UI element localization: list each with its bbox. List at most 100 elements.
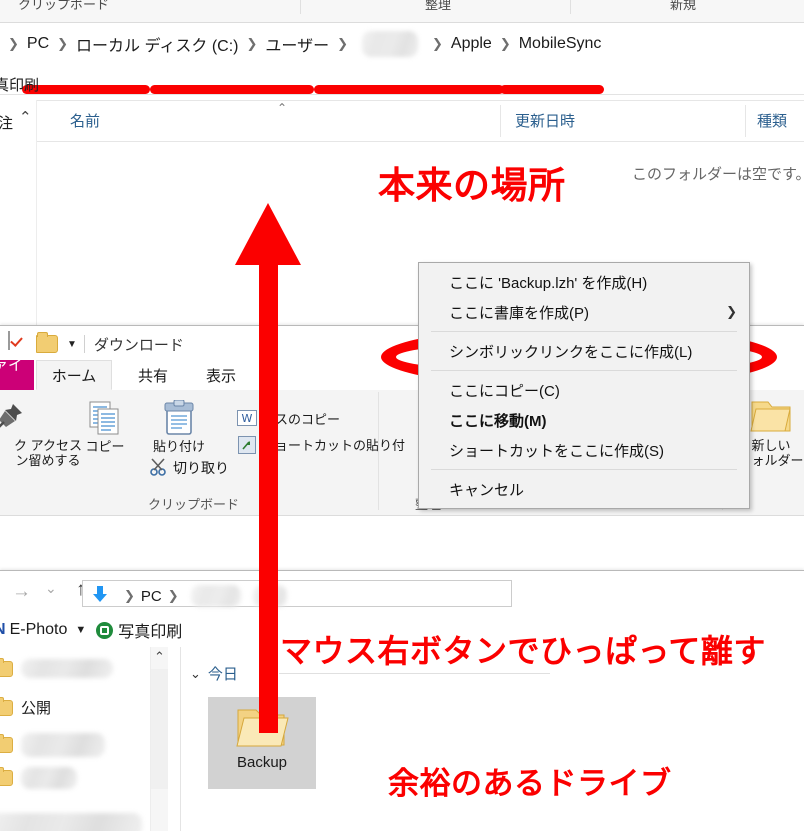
menu-item-create-symbolic-link-here[interactable]: シンボリックリンクをここに作成(L) [419, 336, 749, 366]
ribbon-group-organize-label: 整理 [425, 0, 452, 12]
menu-item-label: ここに書庫を作成(P) [449, 304, 589, 322]
navigation-pane: 公開 [0, 647, 168, 831]
breadcrumb-item-pc[interactable]: PC [25, 35, 51, 53]
pane-divider[interactable] [180, 647, 181, 831]
ribbon-group-clipboard-label: クリップボード [18, 0, 110, 12]
e-photo-label[interactable]: E-Photo [10, 621, 68, 639]
file-list-column-headers: ⌃ 名前 更新日時 種類 [0, 100, 804, 142]
chevron-up-icon[interactable]: ⌃ [19, 108, 32, 126]
photo-print-icon [96, 621, 114, 639]
breadcrumb-chevron-icon: ❯ [124, 588, 135, 603]
breadcrumb-item-pc[interactable]: PC [141, 588, 162, 605]
window-title: ダウンロード [93, 336, 184, 354]
breadcrumb-item-username-redacted[interactable] [361, 31, 418, 57]
nav-item-public[interactable]: 公開 [0, 696, 51, 718]
breadcrumb-chevron-icon: ❯ [499, 36, 511, 51]
toolbar-divider [83, 335, 85, 353]
menu-item-copy-here[interactable]: ここにコピー(C) [419, 375, 749, 405]
group-header-rule [278, 673, 550, 674]
ribbon-group-divider [378, 392, 379, 510]
navigation-pane-scrollbar[interactable]: ⌃ [150, 647, 168, 831]
annotation-arrow-head [235, 203, 301, 265]
annotation-arrow-shaft [259, 245, 278, 733]
menu-separator [431, 331, 737, 332]
tab-share[interactable]: 共有 [122, 360, 184, 390]
column-divider [745, 105, 746, 137]
breadcrumb-item-local-disk[interactable]: ローカル ディスク (C:) [74, 32, 240, 56]
ribbon-button-paste[interactable]: 貼り付け [130, 400, 228, 454]
breadcrumb-chevron-icon: ❯ [8, 36, 19, 51]
nav-item-redacted[interactable] [0, 733, 105, 757]
ribbon-group-new-label: 新規 [670, 0, 697, 12]
menu-item-create-backup-lzh[interactable]: ここに 'Backup.lzh' を作成(H) [419, 267, 749, 297]
photo-print-label[interactable]: 写真印刷 [118, 618, 182, 642]
recent-locations-caret-icon[interactable]: ⌄ [45, 580, 57, 597]
tab-view[interactable]: 表示 [190, 360, 252, 390]
chevron-down-icon[interactable]: ⌄ [190, 666, 201, 682]
ribbon-group-label-strip: クリップボード 整理 新規 [0, 0, 804, 23]
nav-item-redacted[interactable] [0, 767, 77, 789]
breadcrumb-item-drive-redacted[interactable] [190, 585, 241, 607]
breadcrumb-chevron-icon: ❯ [431, 36, 443, 51]
column-header-type[interactable]: 種類 [757, 110, 787, 131]
nav-item-label-redacted [0, 813, 142, 831]
chevron-down-icon[interactable]: ▼ [75, 624, 86, 636]
breadcrumb[interactable]: ❯ PC ❯ ローカル ディスク (C:) ❯ ユーザー ❯ ❯ Apple ❯… [2, 31, 604, 57]
forward-arrow-icon[interactable]: → [12, 581, 31, 603]
copy-path-icon: W [237, 410, 257, 426]
folder-icon [0, 657, 13, 677]
chevron-up-icon[interactable]: ⌃ [154, 649, 165, 665]
svg-text:W: W [242, 412, 253, 425]
column-header-modified[interactable]: 更新日時 [515, 110, 575, 131]
ribbon-group-label-clipboard: クリップボード [148, 497, 240, 512]
folder-icon [0, 734, 13, 753]
menu-item-create-shortcut-here[interactable]: ショートカットをここに作成(S) [419, 435, 749, 465]
properties-icon[interactable] [8, 331, 30, 356]
menu-item-create-archive-here[interactable]: ここに書庫を作成(P) ❯ [419, 297, 749, 327]
group-header-label: 今日 [207, 666, 238, 683]
ribbon-group-divider [300, 0, 301, 14]
ribbon-group-divider [570, 0, 571, 14]
annotation-right-drag-release: マウス右ボタンでひっぱって離す [280, 632, 766, 670]
paste-icon [130, 400, 228, 436]
ribbon-button-label: 貼り付け [152, 439, 205, 454]
column-divider [500, 105, 501, 137]
folder-icon [0, 767, 13, 786]
sort-ascending-icon: ⌃ [277, 101, 288, 115]
column-header-name[interactable]: 名前 [70, 110, 100, 131]
menu-item-move-here[interactable]: ここに移動(M) [419, 405, 749, 435]
folder-icon [0, 696, 13, 716]
navigation-pane-strip [0, 100, 37, 330]
nav-item-redacted[interactable] [0, 813, 142, 831]
breadcrumb-chevron-icon: ❯ [57, 36, 69, 51]
ribbon-button-paste-shortcut[interactable]: ショートカットの貼り付 [262, 435, 405, 454]
nav-item-redacted[interactable] [0, 657, 113, 678]
ribbon-button-cut[interactable]: 切り取り [173, 458, 229, 478]
chevron-right-icon: ❯ [726, 304, 737, 319]
chevron-down-icon[interactable]: ▼ [67, 339, 77, 350]
file-item-label: Backup [236, 754, 288, 771]
breadcrumb-item-apple[interactable]: Apple [449, 35, 494, 53]
breadcrumb-item-users[interactable]: ユーザー [263, 32, 331, 56]
address-bar[interactable]: ❯ PC ❯ ローカル ディスク (C:) ❯ ユーザー ❯ ❯ Apple ❯… [0, 24, 804, 95]
menu-separator [431, 370, 737, 371]
e-photo-brand-icon: N [0, 621, 6, 639]
breadcrumb-chevron-icon: ❯ [337, 36, 348, 51]
nav-item-label-redacted [21, 733, 105, 757]
screenshot-stage: クリップボード 整理 新規 ❯ PC ❯ ローカル ディスク (C:) ❯ ユー… [0, 0, 804, 831]
breadcrumb-item-mobilesync[interactable]: MobileSync [517, 35, 604, 53]
quick-access-toolbar[interactable]: ▼ ダウンロード [8, 330, 184, 358]
breadcrumb-chevron-icon: ❯ [167, 588, 179, 603]
tab-home[interactable]: ホーム [36, 360, 112, 390]
breadcrumb-chevron-icon: ❯ [246, 36, 258, 51]
paste-shortcut-icon [237, 436, 257, 454]
menu-separator [431, 469, 737, 470]
scrollbar-thumb[interactable] [151, 669, 168, 789]
new-folder-icon[interactable] [36, 332, 58, 356]
annotation-spacious-drive: 余裕のあるドライブ [388, 766, 672, 802]
download-arrow-icon [90, 584, 110, 609]
tab-file[interactable]: ファイル [0, 357, 34, 390]
menu-item-cancel[interactable]: キャンセル [419, 474, 749, 504]
ribbon-button-label-2: ン留めする [15, 453, 81, 468]
drag-drop-context-menu[interactable]: ここに 'Backup.lzh' を作成(H) ここに書庫を作成(P) ❯ シン… [418, 262, 750, 509]
